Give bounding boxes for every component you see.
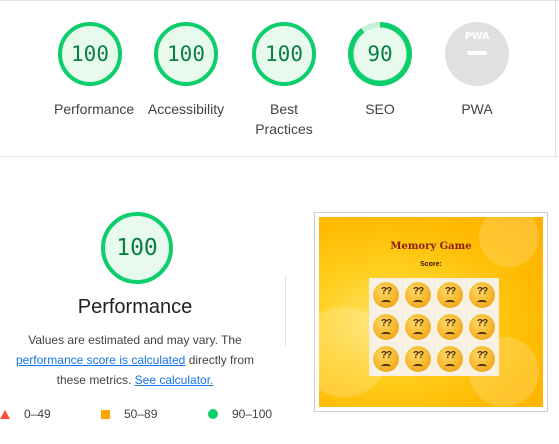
see-calculator-link[interactable]: See calculator. xyxy=(135,373,214,387)
vertical-divider xyxy=(285,276,286,346)
card-question: ?? xyxy=(380,318,392,329)
card: ?? xyxy=(467,344,497,374)
card: ?? xyxy=(371,344,401,374)
performance-description: Values are estimated and may vary. The p… xyxy=(0,330,270,390)
card: ?? xyxy=(435,312,465,342)
performance-gauge: 100 xyxy=(101,212,173,284)
legend-fail: 0–49 xyxy=(0,407,51,421)
performance-title: Performance xyxy=(77,296,193,318)
triangle-icon xyxy=(0,409,10,419)
card-question: ?? xyxy=(476,350,488,361)
gauge-accessibility-ring: 100 xyxy=(154,22,218,86)
card: ?? xyxy=(403,344,433,374)
confused-face-icon: ?? xyxy=(437,314,463,340)
gauge-best-practices-label: Best Practices xyxy=(255,101,313,137)
gauge-seo[interactable]: 90 SEO xyxy=(344,22,416,119)
card: ?? xyxy=(435,280,465,310)
legend-pass: 90–100 xyxy=(208,407,272,421)
legend-fail-range: 0–49 xyxy=(24,407,51,421)
pwa-badge-icon: PWA xyxy=(445,22,509,86)
card-question: ?? xyxy=(412,350,424,361)
confused-face-icon: ?? xyxy=(373,346,399,372)
confused-face-icon: ?? xyxy=(373,314,399,340)
game-title: Memory Game xyxy=(390,241,472,252)
gauge-pwa-label: PWA xyxy=(461,101,493,117)
confused-face-icon: ?? xyxy=(405,346,431,372)
gauge-accessibility-label: Accessibility xyxy=(147,101,225,117)
card: ?? xyxy=(403,280,433,310)
pwa-dash-icon xyxy=(467,51,487,55)
gauge-performance[interactable]: 100 Performance xyxy=(54,22,135,119)
confused-face-icon: ?? xyxy=(437,346,463,372)
card: ?? xyxy=(371,312,401,342)
pwa-badge-text: PWA xyxy=(464,31,490,42)
desc-text-1: Values are estimated and may vary. The xyxy=(28,333,242,347)
card-question: ?? xyxy=(412,318,424,329)
card: ?? xyxy=(403,312,433,342)
gauge-accessibility-score: 100 xyxy=(167,42,205,66)
right-divider xyxy=(555,0,556,157)
card-question: ?? xyxy=(476,318,488,329)
game-score-label: Score: xyxy=(420,261,442,268)
gauge-accessibility[interactable]: 100 Accessibility xyxy=(140,22,232,119)
legend-average: 50–89 xyxy=(101,407,157,421)
gauge-performance-score: 100 xyxy=(71,42,109,66)
card-question: ?? xyxy=(444,286,456,297)
card-question: ?? xyxy=(380,286,392,297)
gauge-pwa[interactable]: PWA PWA xyxy=(441,22,513,119)
performance-score-link[interactable]: performance score is calculated xyxy=(16,353,185,367)
circle-icon xyxy=(208,409,218,419)
gauge-best-practices-score: 100 xyxy=(265,42,303,66)
gauge-best-practices-ring: 100 xyxy=(252,22,316,86)
confused-face-icon: ?? xyxy=(469,282,495,308)
confused-face-icon: ?? xyxy=(469,314,495,340)
gauge-performance-label: Performance xyxy=(54,101,135,117)
card: ?? xyxy=(467,280,497,310)
confused-face-icon: ?? xyxy=(373,282,399,308)
confused-face-icon: ?? xyxy=(405,282,431,308)
card-board: ?? ?? ?? ?? ?? ?? ?? ?? ?? ?? ?? ?? xyxy=(369,278,499,376)
confused-face-icon: ?? xyxy=(469,346,495,372)
section-divider xyxy=(0,156,559,157)
gauge-seo-score: 90 xyxy=(367,42,393,66)
square-icon xyxy=(101,409,110,419)
top-divider xyxy=(0,0,559,1)
gauge-seo-ring: 90 xyxy=(348,22,412,86)
card-question: ?? xyxy=(476,286,488,297)
gauge-seo-label: SEO xyxy=(365,101,395,117)
final-screenshot[interactable]: Memory Game Score: ?? ?? ?? ?? ?? ?? ?? … xyxy=(314,212,548,412)
confused-face-icon: ?? xyxy=(405,314,431,340)
card-question: ?? xyxy=(444,350,456,361)
legend-pass-range: 90–100 xyxy=(232,407,273,421)
performance-score: 100 xyxy=(116,235,158,261)
gauge-performance-ring: 100 xyxy=(58,22,122,86)
gauge-best-practices[interactable]: 100 Best Practices xyxy=(246,22,322,139)
card: ?? xyxy=(467,312,497,342)
legend-average-range: 50–89 xyxy=(124,407,158,421)
card-question: ?? xyxy=(444,318,456,329)
confused-face-icon: ?? xyxy=(437,282,463,308)
card-question: ?? xyxy=(412,286,424,297)
card: ?? xyxy=(371,280,401,310)
screenshot-image: Memory Game Score: ?? ?? ?? ?? ?? ?? ?? … xyxy=(319,217,543,407)
card-question: ?? xyxy=(380,350,392,361)
card: ?? xyxy=(435,344,465,374)
